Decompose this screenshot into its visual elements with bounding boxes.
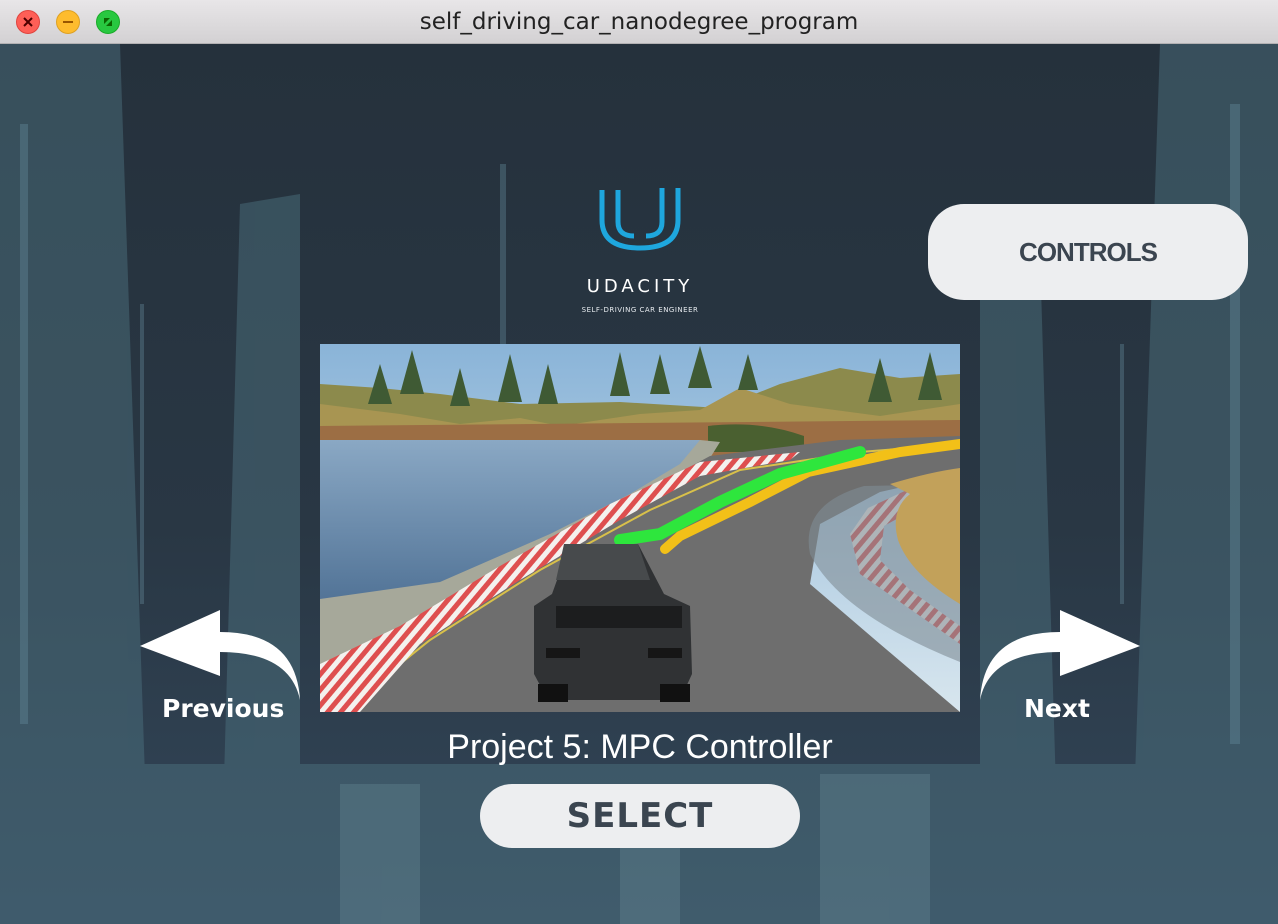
previous-button-label[interactable]: Previous	[162, 694, 284, 723]
select-button[interactable]: SELECT	[480, 784, 800, 848]
next-arrow-icon[interactable]	[976, 610, 1140, 706]
next-button-label[interactable]: Next	[1024, 694, 1090, 723]
project-title: Project 5: MPC Controller	[447, 728, 833, 766]
udacity-wordmark: UDACITY	[586, 276, 694, 297]
window-titlebar: self_driving_car_nanodegree_program	[0, 0, 1278, 44]
udacity-u-icon	[599, 188, 681, 251]
main-menu-scene: UDACITY SELF-DRIVING CAR ENGINEER CONTRO…	[0, 44, 1278, 924]
udacity-logo: UDACITY SELF-DRIVING CAR ENGINEER	[560, 184, 720, 324]
project-preview-image	[320, 344, 960, 712]
udacity-tagline: SELF-DRIVING CAR ENGINEER	[581, 306, 699, 314]
window-title: self_driving_car_nanodegree_program	[419, 9, 859, 35]
controls-button[interactable]: CONTROLS	[928, 204, 1248, 300]
previous-arrow-icon[interactable]	[140, 610, 304, 706]
